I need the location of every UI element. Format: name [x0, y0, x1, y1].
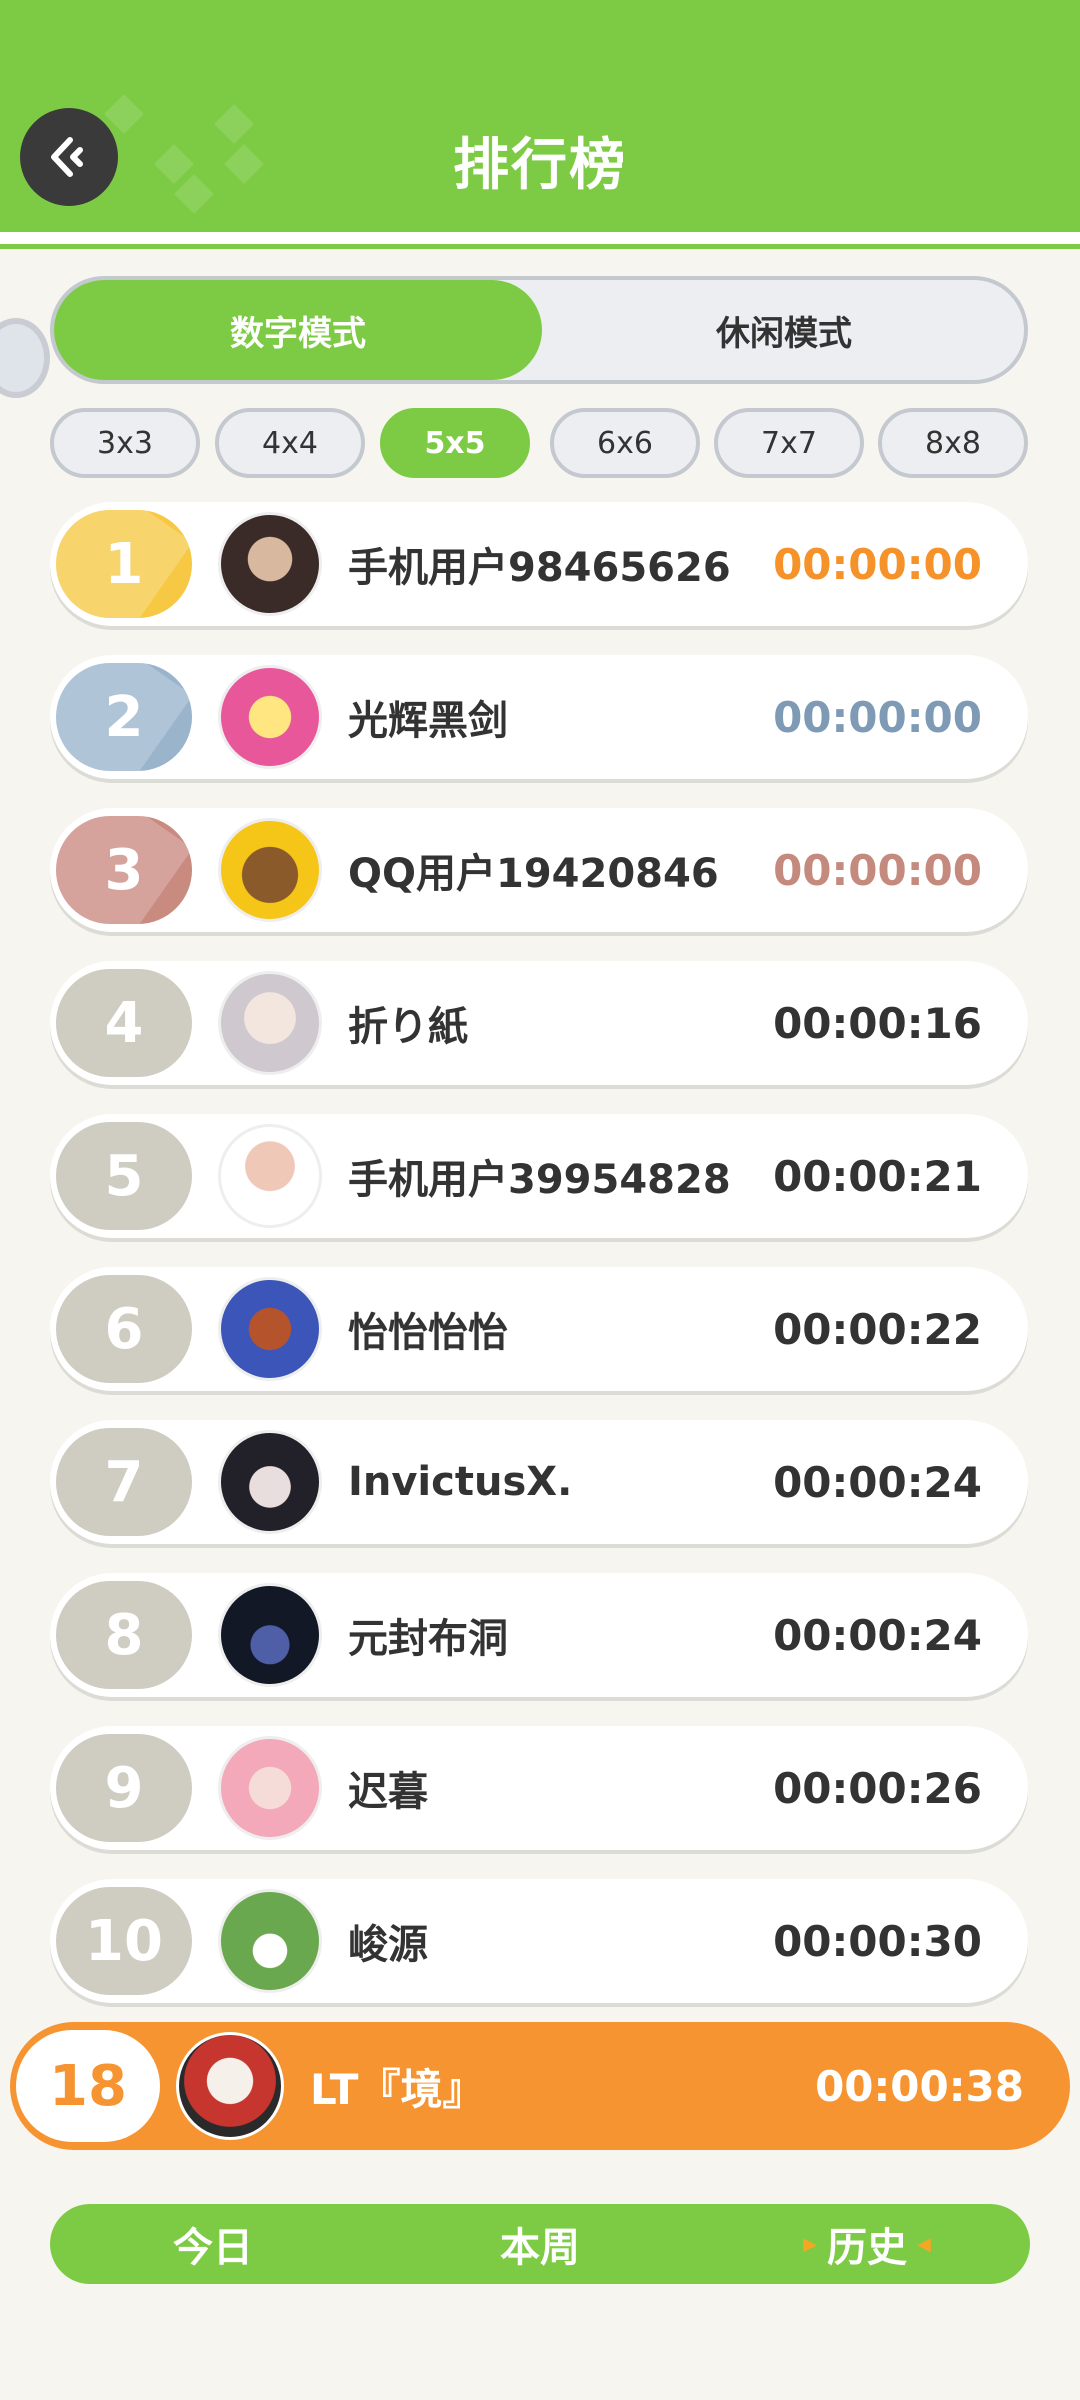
size-tab-6x6[interactable]: 6x6 [550, 408, 700, 478]
ranking-row[interactable]: 10 峻源 00:00:30 [50, 1879, 1028, 2003]
avatar [218, 512, 322, 616]
ranking-row[interactable]: 1 手机用户98465626 00:00:00 [50, 502, 1028, 626]
player-time: 00:00:00 [773, 845, 982, 895]
ranking-row[interactable]: 2 光辉黑剑 00:00:00 [50, 655, 1028, 779]
player-time: 00:00:30 [773, 1916, 982, 1966]
avatar [218, 1430, 322, 1534]
player-time: 00:00:24 [773, 1457, 982, 1507]
tab-number-mode[interactable]: 数字模式 [54, 280, 542, 380]
size-tab-3x3[interactable]: 3x3 [50, 408, 200, 478]
mode-toggle: 数字模式 休闲模式 [50, 276, 1028, 384]
rank-badge: 4 [56, 969, 192, 1077]
tab-today[interactable]: 今日 [50, 2204, 376, 2284]
side-badge-icon [0, 318, 50, 398]
avatar [218, 665, 322, 769]
tab-casual-mode[interactable]: 休闲模式 [540, 280, 1028, 380]
size-tab-4x4[interactable]: 4x4 [215, 408, 365, 478]
my-name: LT『境』 [310, 2064, 485, 2114]
ranking-row[interactable]: 9 迟暮 00:00:26 [50, 1726, 1028, 1850]
ranking-row[interactable]: 8 元封布洞 00:00:24 [50, 1573, 1028, 1697]
my-avatar [176, 2032, 284, 2140]
player-name: 峻源 [348, 1922, 428, 1968]
page-title: 排行榜 [453, 133, 627, 198]
period-tabs: 今日 本周 ▶ 历史 ◀ [50, 2204, 1030, 2284]
rank-badge: 3 [56, 816, 192, 924]
rank-badge: 10 [56, 1887, 192, 1995]
player-time: 00:00:00 [773, 539, 982, 589]
rank-badge: 7 [56, 1428, 192, 1536]
my-ranking-row[interactable]: 18 LT『境』 00:00:38 [10, 2022, 1070, 2150]
avatar [218, 1889, 322, 1993]
player-time: 00:00:16 [773, 998, 982, 1048]
rank-badge: 9 [56, 1734, 192, 1842]
avatar [218, 971, 322, 1075]
player-name: 元封布洞 [348, 1616, 508, 1662]
rank-badge: 1 [56, 510, 192, 618]
ranking-row[interactable]: 3 QQ用户19420846 00:00:00 [50, 808, 1028, 932]
player-name: 手机用户39954828 [348, 1157, 731, 1203]
ranking-row[interactable]: 6 怡怡怡怡 00:00:22 [50, 1267, 1028, 1391]
player-time: 00:00:22 [773, 1304, 982, 1354]
tab-this-week[interactable]: 本周 [377, 2204, 703, 2284]
avatar [218, 1736, 322, 1840]
player-name: 光辉黑剑 [348, 698, 508, 744]
ranking-row[interactable]: 4 折り紙 00:00:16 [50, 961, 1028, 1085]
player-time: 00:00:24 [773, 1610, 982, 1660]
header-divider [0, 244, 1080, 249]
rank-badge: 6 [56, 1275, 192, 1383]
player-name: 迟暮 [348, 1769, 428, 1815]
player-time: 00:00:26 [773, 1763, 982, 1813]
rank-badge: 8 [56, 1581, 192, 1689]
header-divider [0, 232, 1080, 244]
size-tab-5x5[interactable]: 5x5 [380, 408, 530, 478]
player-name: 怡怡怡怡 [348, 1310, 508, 1356]
triangle-right-icon: ▶ [803, 2233, 817, 2255]
player-name: 手机用户98465626 [348, 545, 731, 591]
size-tab-7x7[interactable]: 7x7 [714, 408, 864, 478]
player-name: 折り紙 [348, 1004, 468, 1050]
size-tab-8x8[interactable]: 8x8 [878, 408, 1028, 478]
rank-badge: 5 [56, 1122, 192, 1230]
avatar [218, 1583, 322, 1687]
avatar [218, 818, 322, 922]
ranking-row[interactable]: 5 手机用户39954828 00:00:21 [50, 1114, 1028, 1238]
avatar [218, 1124, 322, 1228]
avatar [218, 1277, 322, 1381]
header-bar: 排行榜 [0, 0, 1080, 232]
player-name: QQ用户19420846 [348, 851, 719, 897]
player-time: 00:00:00 [773, 692, 982, 742]
player-time: 00:00:21 [773, 1151, 982, 1201]
player-name: InvictusX. [348, 1459, 573, 1505]
board-size-selector: 3x3 4x4 5x5 6x6 7x7 8x8 [50, 408, 1028, 478]
my-rank-badge: 18 [16, 2030, 160, 2142]
triangle-left-icon: ◀ [917, 2233, 931, 2255]
ranking-row[interactable]: 7 InvictusX. 00:00:24 [50, 1420, 1028, 1544]
rank-badge: 2 [56, 663, 192, 771]
my-time: 00:00:38 [815, 2061, 1024, 2111]
tab-history[interactable]: ▶ 历史 ◀ [704, 2204, 1030, 2284]
